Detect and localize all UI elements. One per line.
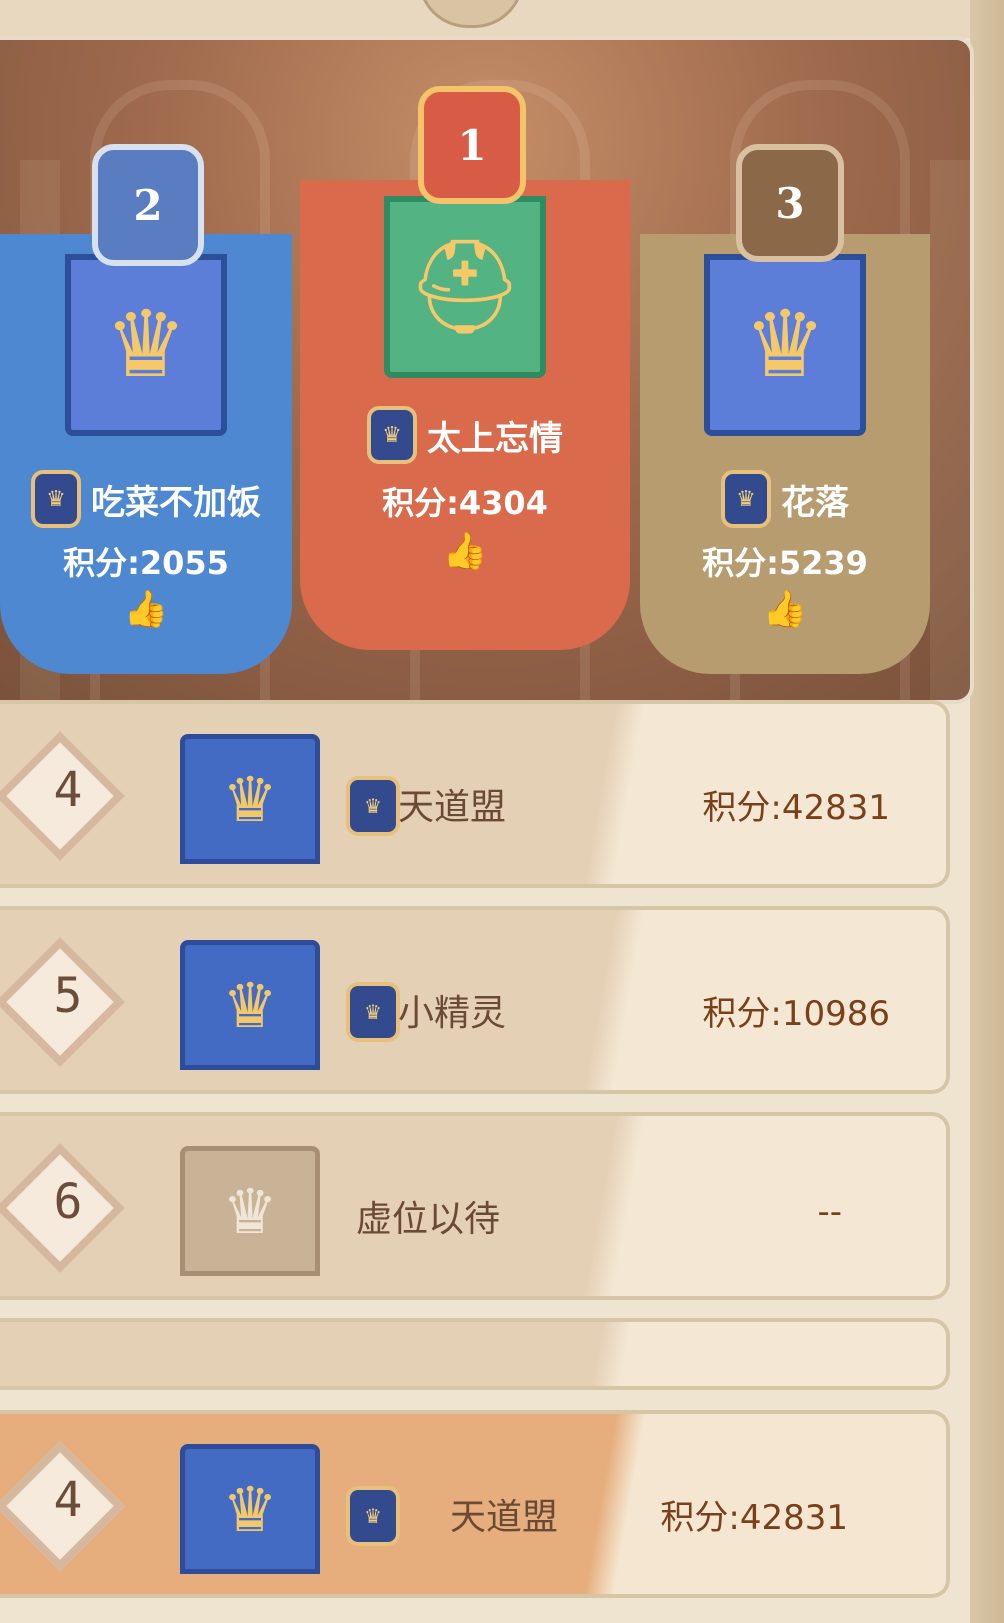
guild-badge-icon: ♛ xyxy=(346,1486,400,1546)
my-rank-row[interactable]: 4 ♛ ♛ 天道盟 积分:42831 xyxy=(0,1410,950,1598)
guild-name: 小精灵 xyxy=(398,993,507,1034)
podium-section: ♛ ♛ 吃菜不加饭 积分:2055 👍 2 ⛑ ♛ 太上忘情 积分:4304 👍 xyxy=(0,36,974,704)
pillar-right xyxy=(930,160,970,700)
placeholder-name: 虚位以待 xyxy=(356,1199,501,1240)
rank-badge-first-text: 1 xyxy=(457,120,487,170)
rank-number: 5 xyxy=(53,968,83,1024)
crown-banner-icon: ♛ xyxy=(180,1444,320,1574)
like-icon[interactable]: 👍 xyxy=(124,588,169,630)
podium-name-row-first: ♛ 太上忘情 xyxy=(367,406,563,464)
my-rank-number: 4 xyxy=(53,1472,83,1528)
my-guild-score: 积分:42831 xyxy=(660,1498,848,1538)
guild-score: 积分:42831 xyxy=(702,788,890,828)
like-icon[interactable]: 👍 xyxy=(443,530,488,572)
guild-name: 天道盟 xyxy=(398,787,507,828)
podium-score-second: 积分:2055 xyxy=(63,544,229,582)
rank-badge-third-text: 3 xyxy=(775,178,805,228)
rank-row-5[interactable]: 5 ♛ ♛ 小精灵 积分:10986 xyxy=(0,906,950,1094)
guild-badge-icon: ♛ xyxy=(346,776,400,836)
right-rail xyxy=(970,0,1004,1623)
podium-name-second: 吃菜不加饭 xyxy=(91,482,261,523)
crown-icon: ♛ xyxy=(104,291,188,398)
crown-icon: ♛ xyxy=(743,291,827,398)
guild-badge-icon: ♛ xyxy=(31,470,81,528)
podium-name-first: 太上忘情 xyxy=(427,418,563,459)
rank-badge-second: 2 xyxy=(92,144,204,266)
empty-banner-icon: ♛ xyxy=(180,1146,320,1276)
podium-card-first[interactable]: ⛑ ♛ 太上忘情 积分:4304 👍 xyxy=(300,180,630,650)
my-guild-name: 天道盟 xyxy=(450,1497,559,1538)
podium-name-row-second: ♛ 吃菜不加饭 xyxy=(31,470,261,528)
rank-list: 4 ♛ ♛ 天道盟 积分:42831 5 ♛ ♛ 小精灵 积分:10986 6 … xyxy=(0,700,950,1390)
guild-score: 积分:10986 xyxy=(702,994,890,1034)
helmet-icon: ⛑ xyxy=(406,233,524,340)
rank-row-4[interactable]: 4 ♛ ♛ 天道盟 积分:42831 xyxy=(0,700,950,888)
rank-number: 4 xyxy=(53,762,83,818)
podium-name-row-third: ♛ 花落 xyxy=(721,470,849,528)
rank-badge-second-text: 2 xyxy=(133,180,163,230)
like-icon[interactable]: 👍 xyxy=(763,588,808,630)
podium-score-first: 积分:4304 xyxy=(382,484,548,522)
podium-name-third: 花落 xyxy=(781,482,849,523)
guild-badge-icon: ♛ xyxy=(367,406,417,464)
crown-banner-icon: ♛ xyxy=(180,940,320,1070)
rank-row-6[interactable]: 6 ♛ 虚位以待 -- xyxy=(0,1112,950,1300)
rank-badge-first: 1 xyxy=(418,86,526,204)
crown-banner-icon: ♛ xyxy=(180,734,320,864)
guild-badge-icon: ♛ xyxy=(721,470,771,528)
leaderboard-frame: ♛ ♛ 吃菜不加饭 积分:2055 👍 2 ⛑ ♛ 太上忘情 积分:4304 👍 xyxy=(0,0,1004,1623)
placeholder-score: -- xyxy=(817,1192,842,1232)
podium-card-second[interactable]: ♛ ♛ 吃菜不加饭 积分:2055 👍 xyxy=(0,234,292,674)
guild-badge-icon: ♛ xyxy=(346,982,400,1042)
rank-number: 6 xyxy=(53,1174,83,1230)
podium-score-third: 积分:5239 xyxy=(702,544,868,582)
rank-badge-third: 3 xyxy=(736,144,844,262)
rank-row-7-partial xyxy=(0,1318,950,1390)
podium-card-third[interactable]: ♛ ♛ 花落 积分:5239 👍 xyxy=(640,234,930,674)
